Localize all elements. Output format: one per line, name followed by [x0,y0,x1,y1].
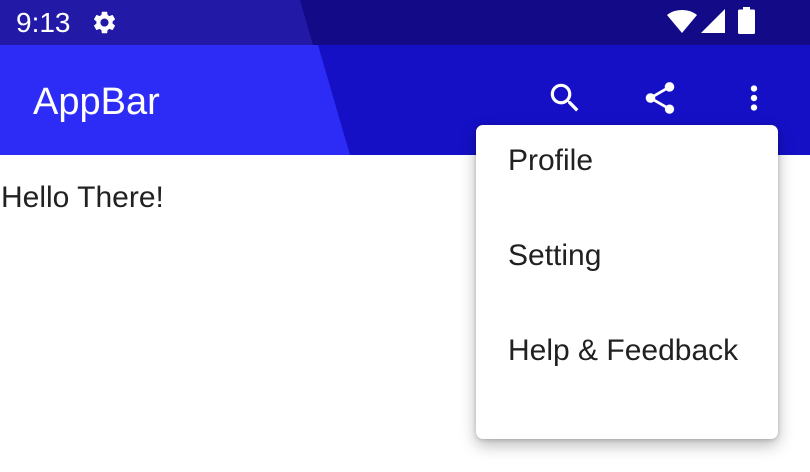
app-bar-title: AppBar [33,81,160,123]
overflow-menu: Profile Setting Help & Feedback [476,125,778,439]
more-vert-icon [750,85,758,111]
search-icon [550,83,579,112]
gear-icon [93,11,116,34]
body-text: Hello There! [1,181,164,214]
wifi-icon [667,10,697,33]
app-screen: 9:13 AppBar Hello There! Profile Setting… [0,0,810,472]
battery-icon [738,7,755,34]
status-bar: 9:13 [0,0,810,45]
menu-item-setting[interactable]: Setting [476,210,778,305]
menu-item-help-feedback[interactable]: Help & Feedback [476,305,778,400]
share-icon [645,82,675,114]
cell-signal-icon [701,9,725,33]
status-time: 9:13 [16,7,71,38]
menu-list: Profile Setting Help & Feedback [476,115,778,400]
menu-item-profile[interactable]: Profile [476,115,778,210]
